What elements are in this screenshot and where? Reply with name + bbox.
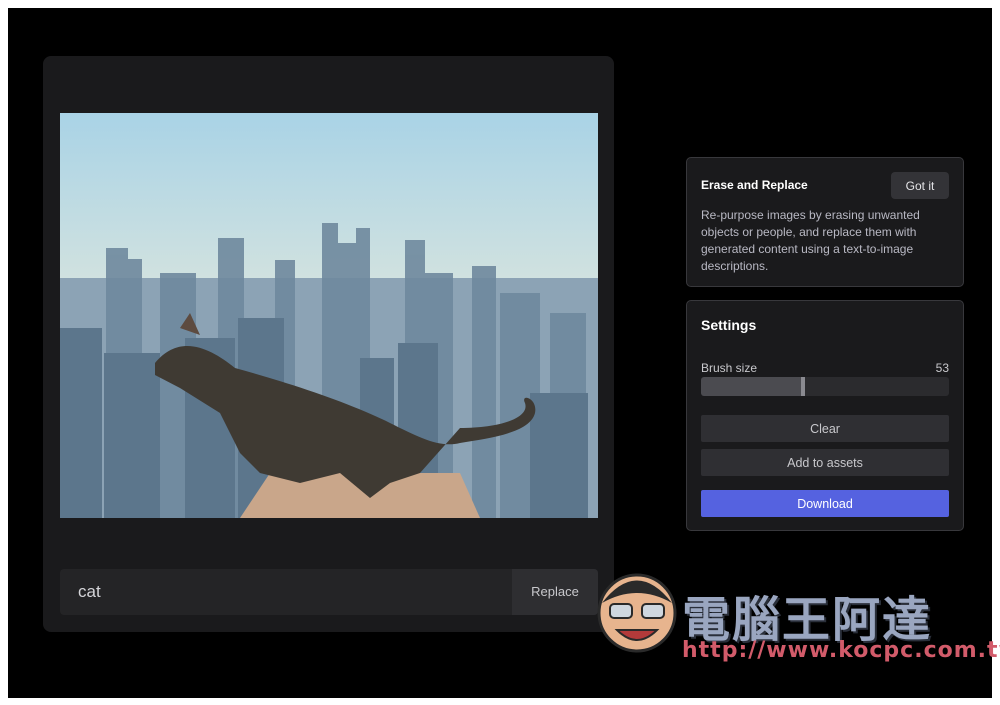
- prompt-bar: Replace: [60, 569, 598, 615]
- clear-button[interactable]: Clear: [701, 415, 949, 442]
- prompt-input[interactable]: [60, 569, 512, 615]
- watermark-logo: 電腦王阿達 http://www.kocpc.com.tw: [592, 558, 1000, 668]
- download-button[interactable]: Download: [701, 490, 949, 517]
- settings-title: Settings: [701, 317, 757, 333]
- info-card: Erase and Replace Got it Re-purpose imag…: [686, 157, 964, 287]
- info-description: Re-purpose images by erasing unwanted ob…: [701, 208, 920, 273]
- replace-button[interactable]: Replace: [512, 569, 598, 615]
- watermark-url: http://www.kocpc.com.tw: [682, 638, 1000, 663]
- brush-size-slider[interactable]: [701, 377, 949, 396]
- info-title: Erase and Replace: [701, 178, 808, 192]
- mascot-icon: [597, 573, 677, 653]
- slider-thumb[interactable]: [800, 377, 805, 396]
- settings-card: Settings Brush size 53 Clear Add to asse…: [686, 300, 964, 531]
- brush-size-label: Brush size: [701, 361, 758, 375]
- add-to-assets-button[interactable]: Add to assets: [701, 449, 949, 476]
- slider-fill: [701, 377, 803, 396]
- image-canvas[interactable]: [60, 113, 598, 518]
- brush-size-value: 53: [935, 361, 949, 375]
- edited-image: [60, 113, 598, 518]
- got-it-button[interactable]: Got it: [891, 172, 949, 199]
